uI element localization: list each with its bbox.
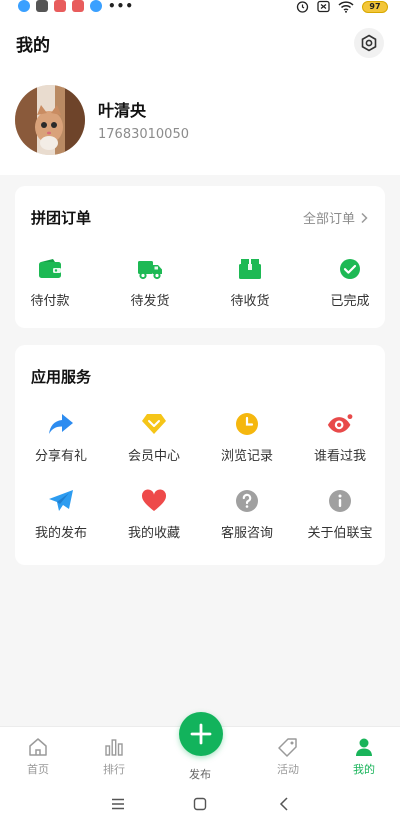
truck-icon (137, 256, 163, 282)
tab-label: 首页 (27, 763, 49, 776)
menu-key[interactable] (110, 796, 126, 812)
alarm-icon (296, 1, 309, 13)
service-item-label: 浏览记录 (220, 449, 273, 464)
tab-label: 排行 (103, 763, 125, 776)
service-customer-support[interactable]: 客服咨询 (201, 488, 293, 541)
gear-icon (361, 34, 377, 52)
app-notification-icon-3 (72, 0, 84, 12)
tab-activity[interactable]: 活动 (258, 737, 318, 777)
service-about[interactable]: 关于伯联宝 (294, 488, 386, 541)
tab-label: 活动 (277, 763, 299, 776)
tab-ranking[interactable]: 排行 (84, 737, 144, 777)
tab-home[interactable]: 首页 (8, 737, 68, 777)
service-item-label: 关于伯联宝 (307, 526, 373, 541)
bar-chart-icon (105, 739, 123, 756)
service-browse-history[interactable]: 浏览记录 (201, 411, 293, 464)
order-item-label: 待收货 (230, 294, 270, 309)
order-pending-payment[interactable]: 待付款 (4, 256, 96, 309)
user-phone: 17683010050 (98, 127, 189, 142)
home-icon (29, 738, 47, 756)
diamond-icon (141, 411, 167, 437)
eye-icon (327, 411, 353, 437)
tab-mine[interactable]: 我的 (334, 737, 394, 777)
order-completed[interactable]: 已完成 (304, 256, 396, 309)
publish-label: 发布 (189, 768, 211, 781)
app-notification-icon-2 (54, 0, 66, 12)
service-item-label: 我的发布 (34, 526, 87, 541)
order-card-title: 拼团订单 (31, 209, 92, 227)
chevron-right-icon (361, 212, 368, 223)
all-orders-link[interactable]: 全部订单 (303, 208, 369, 227)
services-card-title: 应用服务 (31, 368, 92, 386)
order-item-label: 待发货 (130, 294, 170, 309)
wifi-icon (338, 0, 354, 13)
app-notification-icon (18, 0, 30, 12)
service-my-posts[interactable]: 我的发布 (15, 488, 107, 541)
tab-label: 我的 (353, 763, 375, 776)
app-notification-icon-4 (90, 0, 102, 12)
settings-button[interactable] (354, 28, 384, 58)
paper-plane-icon (48, 488, 74, 514)
avatar[interactable] (15, 85, 85, 155)
heart-icon (141, 488, 167, 514)
user-icon (356, 738, 372, 756)
service-item-label: 会员中心 (127, 449, 180, 464)
service-my-favorites[interactable]: 我的收藏 (108, 488, 200, 541)
upload-notification-icon (36, 0, 48, 12)
system-nav-bar (0, 786, 400, 822)
service-item-label: 分享有礼 (34, 449, 87, 464)
check-circle-icon (337, 256, 363, 282)
service-who-viewed-me[interactable]: 谁看过我 (294, 411, 386, 464)
service-share-gift[interactable]: 分享有礼 (15, 411, 107, 464)
page-title: 我的 (16, 36, 50, 56)
question-icon (234, 488, 260, 514)
all-orders-label: 全部订单 (302, 212, 355, 227)
back-key[interactable] (276, 796, 292, 812)
info-icon (327, 488, 353, 514)
order-item-label: 待付款 (30, 294, 70, 309)
tag-icon (278, 738, 297, 757)
menu-icon (112, 798, 124, 810)
user-name[interactable]: 叶清央 (98, 97, 146, 121)
group-order-card: 拼团订单 全部订单 待付款 待发货 待收货 已完成 (15, 186, 385, 328)
home-key[interactable] (192, 796, 208, 812)
service-item-label: 谁看过我 (313, 449, 366, 464)
battery-indicator: 97 (362, 0, 388, 13)
share-icon (48, 411, 74, 437)
back-icon (279, 797, 288, 811)
order-pending-receipt[interactable]: 待收货 (204, 256, 296, 309)
status-bar: ••• 97 (0, 0, 400, 14)
more-notifications-icon: ••• (108, 0, 135, 13)
wallet-icon (37, 256, 63, 282)
service-item-label: 我的收藏 (127, 526, 180, 541)
kitten-avatar-image (15, 85, 85, 155)
app-services-card: 应用服务 分享有礼 会员中心 浏览记录 谁看过我 我的发布 我的收藏 客服咨询 … (15, 345, 385, 565)
service-member-center[interactable]: 会员中心 (108, 411, 200, 464)
square-icon (193, 797, 207, 811)
sim-off-icon (317, 0, 330, 13)
service-item-label: 客服咨询 (220, 526, 273, 541)
clock-icon (234, 411, 260, 437)
package-icon (237, 256, 263, 282)
order-pending-shipment[interactable]: 待发货 (104, 256, 196, 309)
publish-button[interactable] (179, 712, 223, 756)
order-item-label: 已完成 (330, 294, 370, 309)
plus-icon (190, 723, 212, 745)
